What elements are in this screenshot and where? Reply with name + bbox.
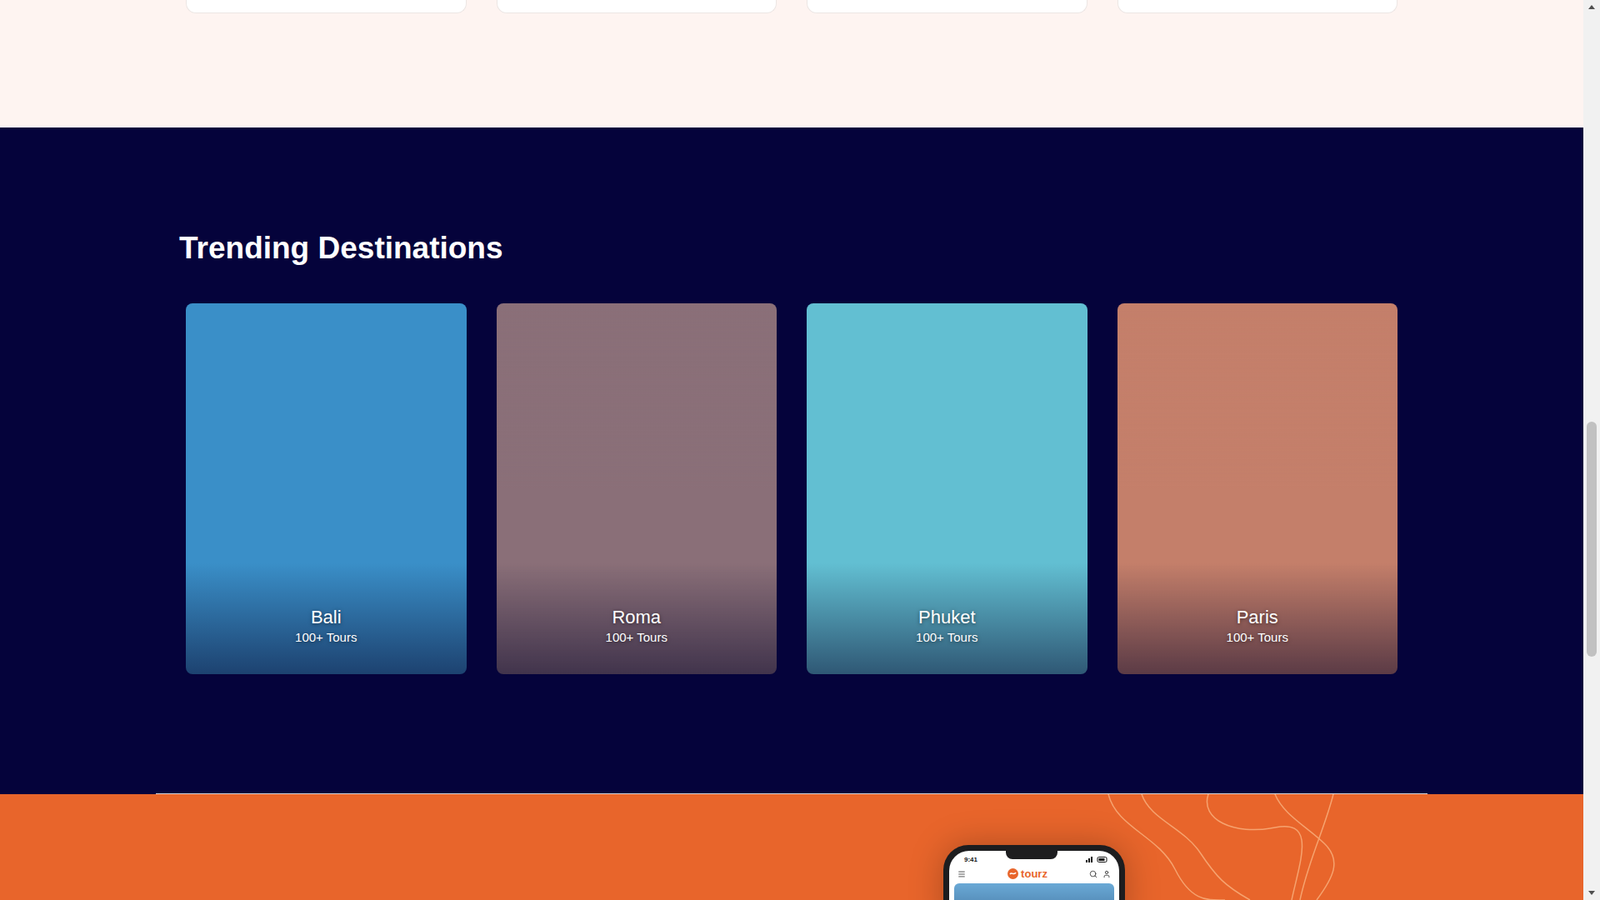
- destination-name: Roma: [611, 605, 661, 630]
- destination-tours: 100+ Tours: [605, 629, 668, 646]
- arrow-up-icon: [1588, 5, 1595, 10]
- destination-name: Bali: [310, 605, 342, 630]
- destination-tours: 100+ Tours: [915, 629, 978, 646]
- scrollbar[interactable]: [1583, 0, 1600, 900]
- trending-section: Trending DestinationsBali100+ ToursRoma1…: [0, 127, 1584, 795]
- arrow-down-icon: [1588, 890, 1595, 895]
- previous-container: [179, 0, 1405, 14]
- logo-icon: [1007, 868, 1019, 880]
- scroll-up-button[interactable]: [1583, 0, 1600, 15]
- phone-header: tourz: [949, 864, 1120, 884]
- phone-mockup: 9:41 tourz: [943, 845, 1125, 900]
- page: Trending DestinationsBali100+ ToursRoma1…: [0, 0, 1600, 900]
- app-promo-section: 9:41 tourz: [0, 794, 1584, 900]
- destination-card[interactable]: Paris100+ Tours: [1117, 303, 1399, 675]
- previous-card[interactable]: [806, 0, 1088, 14]
- search-icon[interactable]: [1089, 870, 1098, 879]
- user-icon[interactable]: [1102, 870, 1111, 879]
- previous-section: [0, 0, 1584, 128]
- phone-row: 9:41 tourz: [0, 794, 1584, 900]
- previous-card[interactable]: [1117, 0, 1399, 14]
- trending-container: Trending DestinationsBali100+ ToursRoma1…: [179, 229, 1405, 675]
- destination-name: Paris: [1236, 605, 1279, 630]
- wave-lines-icon: [1083, 794, 1417, 900]
- scroll-track[interactable]: [1583, 14, 1600, 886]
- scroll-thumb[interactable]: [1586, 421, 1597, 657]
- phone-hero-image: [954, 883, 1115, 900]
- destination-grid: Bali100+ ToursRoma100+ ToursPhuket100+ T…: [179, 303, 1405, 675]
- section-title: Trending Destinations: [179, 229, 1405, 267]
- previous-card[interactable]: [496, 0, 778, 14]
- page-content: Trending DestinationsBali100+ ToursRoma1…: [0, 0, 1584, 900]
- destination-tours: 100+ Tours: [1226, 629, 1289, 646]
- destination-card[interactable]: Phuket100+ Tours: [806, 303, 1088, 675]
- destination-card[interactable]: Bali100+ Tours: [185, 303, 467, 675]
- previous-card-grid: [179, 0, 1405, 14]
- phone-brand: tourz: [1020, 867, 1048, 880]
- menu-icon[interactable]: [957, 870, 966, 879]
- destination-tours: 100+ Tours: [295, 629, 357, 646]
- phone-time: 9:41: [964, 855, 978, 864]
- previous-card[interactable]: [185, 0, 467, 14]
- phone-notch: [1005, 850, 1058, 860]
- signal-battery-icon: [1085, 856, 1108, 863]
- destination-card[interactable]: Roma100+ Tours: [496, 303, 778, 675]
- scroll-down-button[interactable]: [1583, 885, 1600, 900]
- destination-name: Phuket: [918, 605, 976, 630]
- phone-screen: 9:41 tourz: [949, 850, 1120, 900]
- phone-header-icons: [1089, 870, 1111, 879]
- phone-status-bar: 9:41: [949, 850, 1120, 865]
- phone-logo: tourz: [1007, 867, 1048, 880]
